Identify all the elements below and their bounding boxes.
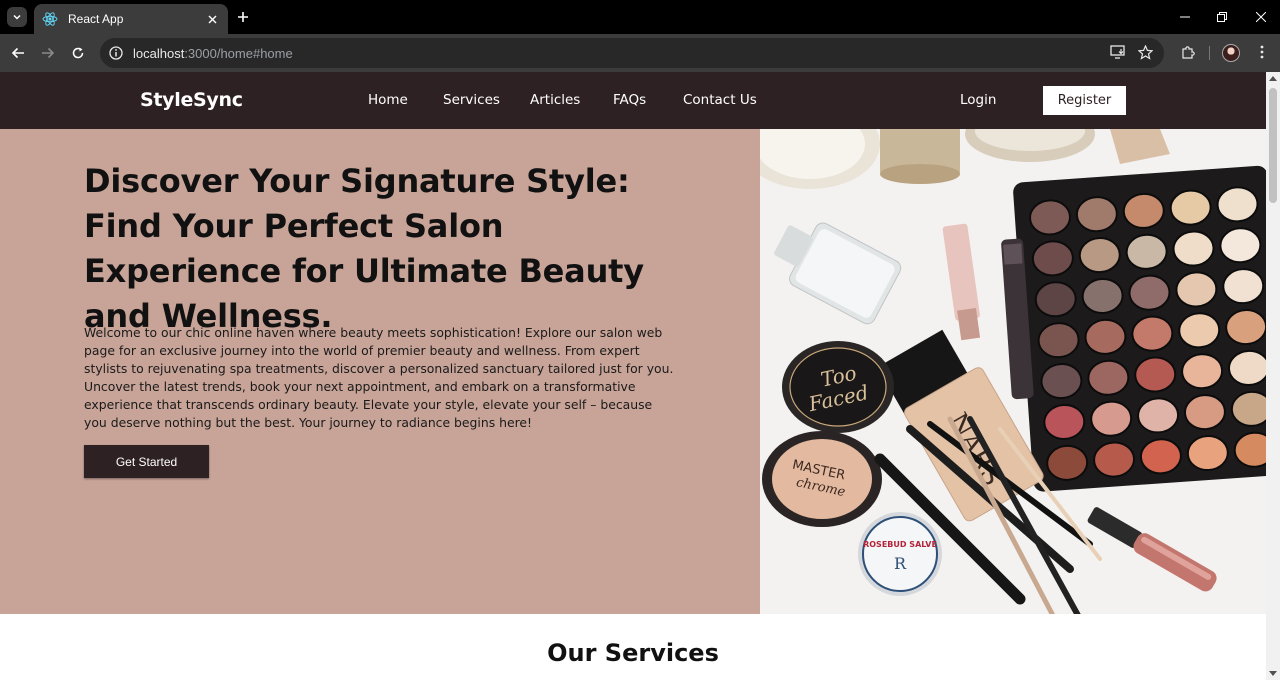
page-viewport: StyleSync Home Services Articles FAQs Co… bbox=[0, 72, 1266, 680]
close-icon bbox=[1256, 12, 1266, 22]
nav-link-services[interactable]: Services bbox=[443, 92, 500, 108]
hero-description: Welcome to our chic online haven where b… bbox=[84, 325, 674, 430]
scroll-down-arrow-icon[interactable] bbox=[1269, 671, 1277, 676]
nav-link-articles[interactable]: Articles bbox=[530, 92, 580, 108]
react-logo-icon bbox=[42, 12, 58, 26]
tab-title: React App bbox=[68, 12, 124, 26]
close-icon bbox=[208, 15, 216, 23]
nav-link-faqs[interactable]: FAQs bbox=[613, 92, 646, 108]
url-path: :3000/home#home bbox=[184, 45, 293, 61]
hero-image: NARS Too Faced MASTER chrome ROSEBUD SAL… bbox=[760, 129, 1266, 614]
close-window-button[interactable] bbox=[1252, 8, 1270, 26]
install-app-button[interactable] bbox=[1108, 42, 1128, 62]
makeup-flatlay-illustration: NARS Too Faced MASTER chrome ROSEBUD SAL… bbox=[760, 129, 1266, 614]
browser-tab[interactable]: React App bbox=[34, 4, 228, 34]
address-bar[interactable]: localhost:3000/home#home bbox=[100, 38, 1164, 68]
arrow-left-icon bbox=[11, 47, 24, 59]
tab-search-button[interactable] bbox=[7, 7, 27, 27]
toolbar-separator bbox=[1209, 46, 1210, 60]
site-navbar: StyleSync Home Services Articles FAQs Co… bbox=[0, 72, 1266, 129]
arrow-right-icon bbox=[42, 47, 55, 59]
scroll-thumb[interactable] bbox=[1269, 88, 1277, 203]
restore-button[interactable] bbox=[1213, 8, 1231, 26]
url-host: localhost bbox=[133, 45, 185, 61]
back-button[interactable] bbox=[8, 43, 28, 63]
hero-title: Discover Your Signature Style: Find Your… bbox=[84, 162, 644, 335]
extensions-button[interactable] bbox=[1178, 42, 1198, 62]
install-app-icon bbox=[1110, 45, 1125, 59]
salve-label: ROSEBUD SALVE bbox=[863, 540, 937, 549]
tab-close-button[interactable] bbox=[204, 11, 220, 27]
chevron-down-icon bbox=[13, 14, 21, 20]
browser-menu-button[interactable] bbox=[1252, 42, 1272, 62]
puzzle-icon bbox=[1181, 45, 1195, 59]
bookmark-button[interactable] bbox=[1135, 42, 1155, 62]
salve-monogram: R bbox=[894, 554, 907, 573]
profile-avatar[interactable] bbox=[1222, 44, 1240, 62]
plus-icon bbox=[238, 12, 248, 22]
hero-section: Discover Your Signature Style: Find Your… bbox=[0, 129, 760, 614]
site-info-icon[interactable] bbox=[108, 45, 124, 61]
tab-strip: React App bbox=[0, 0, 1280, 34]
services-heading: Our Services bbox=[547, 639, 719, 667]
star-icon bbox=[1137, 44, 1153, 60]
nav-link-contact-us[interactable]: Contact Us bbox=[683, 92, 757, 108]
reload-button[interactable] bbox=[68, 43, 88, 63]
forward-button[interactable] bbox=[38, 43, 58, 63]
get-started-button[interactable]: Get Started bbox=[84, 445, 209, 478]
scroll-up-arrow-icon[interactable] bbox=[1269, 76, 1277, 81]
page-scrollbar[interactable] bbox=[1266, 72, 1280, 680]
register-button[interactable]: Register bbox=[1043, 86, 1126, 115]
browser-toolbar: localhost:3000/home#home bbox=[0, 34, 1280, 72]
minimize-icon bbox=[1180, 16, 1190, 18]
nav-link-home[interactable]: Home bbox=[368, 92, 408, 108]
brand-logo[interactable]: StyleSync bbox=[140, 89, 243, 111]
more-vertical-icon bbox=[1260, 45, 1264, 59]
minimize-button[interactable] bbox=[1176, 8, 1194, 26]
new-tab-button[interactable] bbox=[234, 8, 252, 26]
restore-icon bbox=[1217, 12, 1227, 22]
reload-icon bbox=[72, 47, 84, 59]
login-link[interactable]: Login bbox=[960, 92, 996, 108]
